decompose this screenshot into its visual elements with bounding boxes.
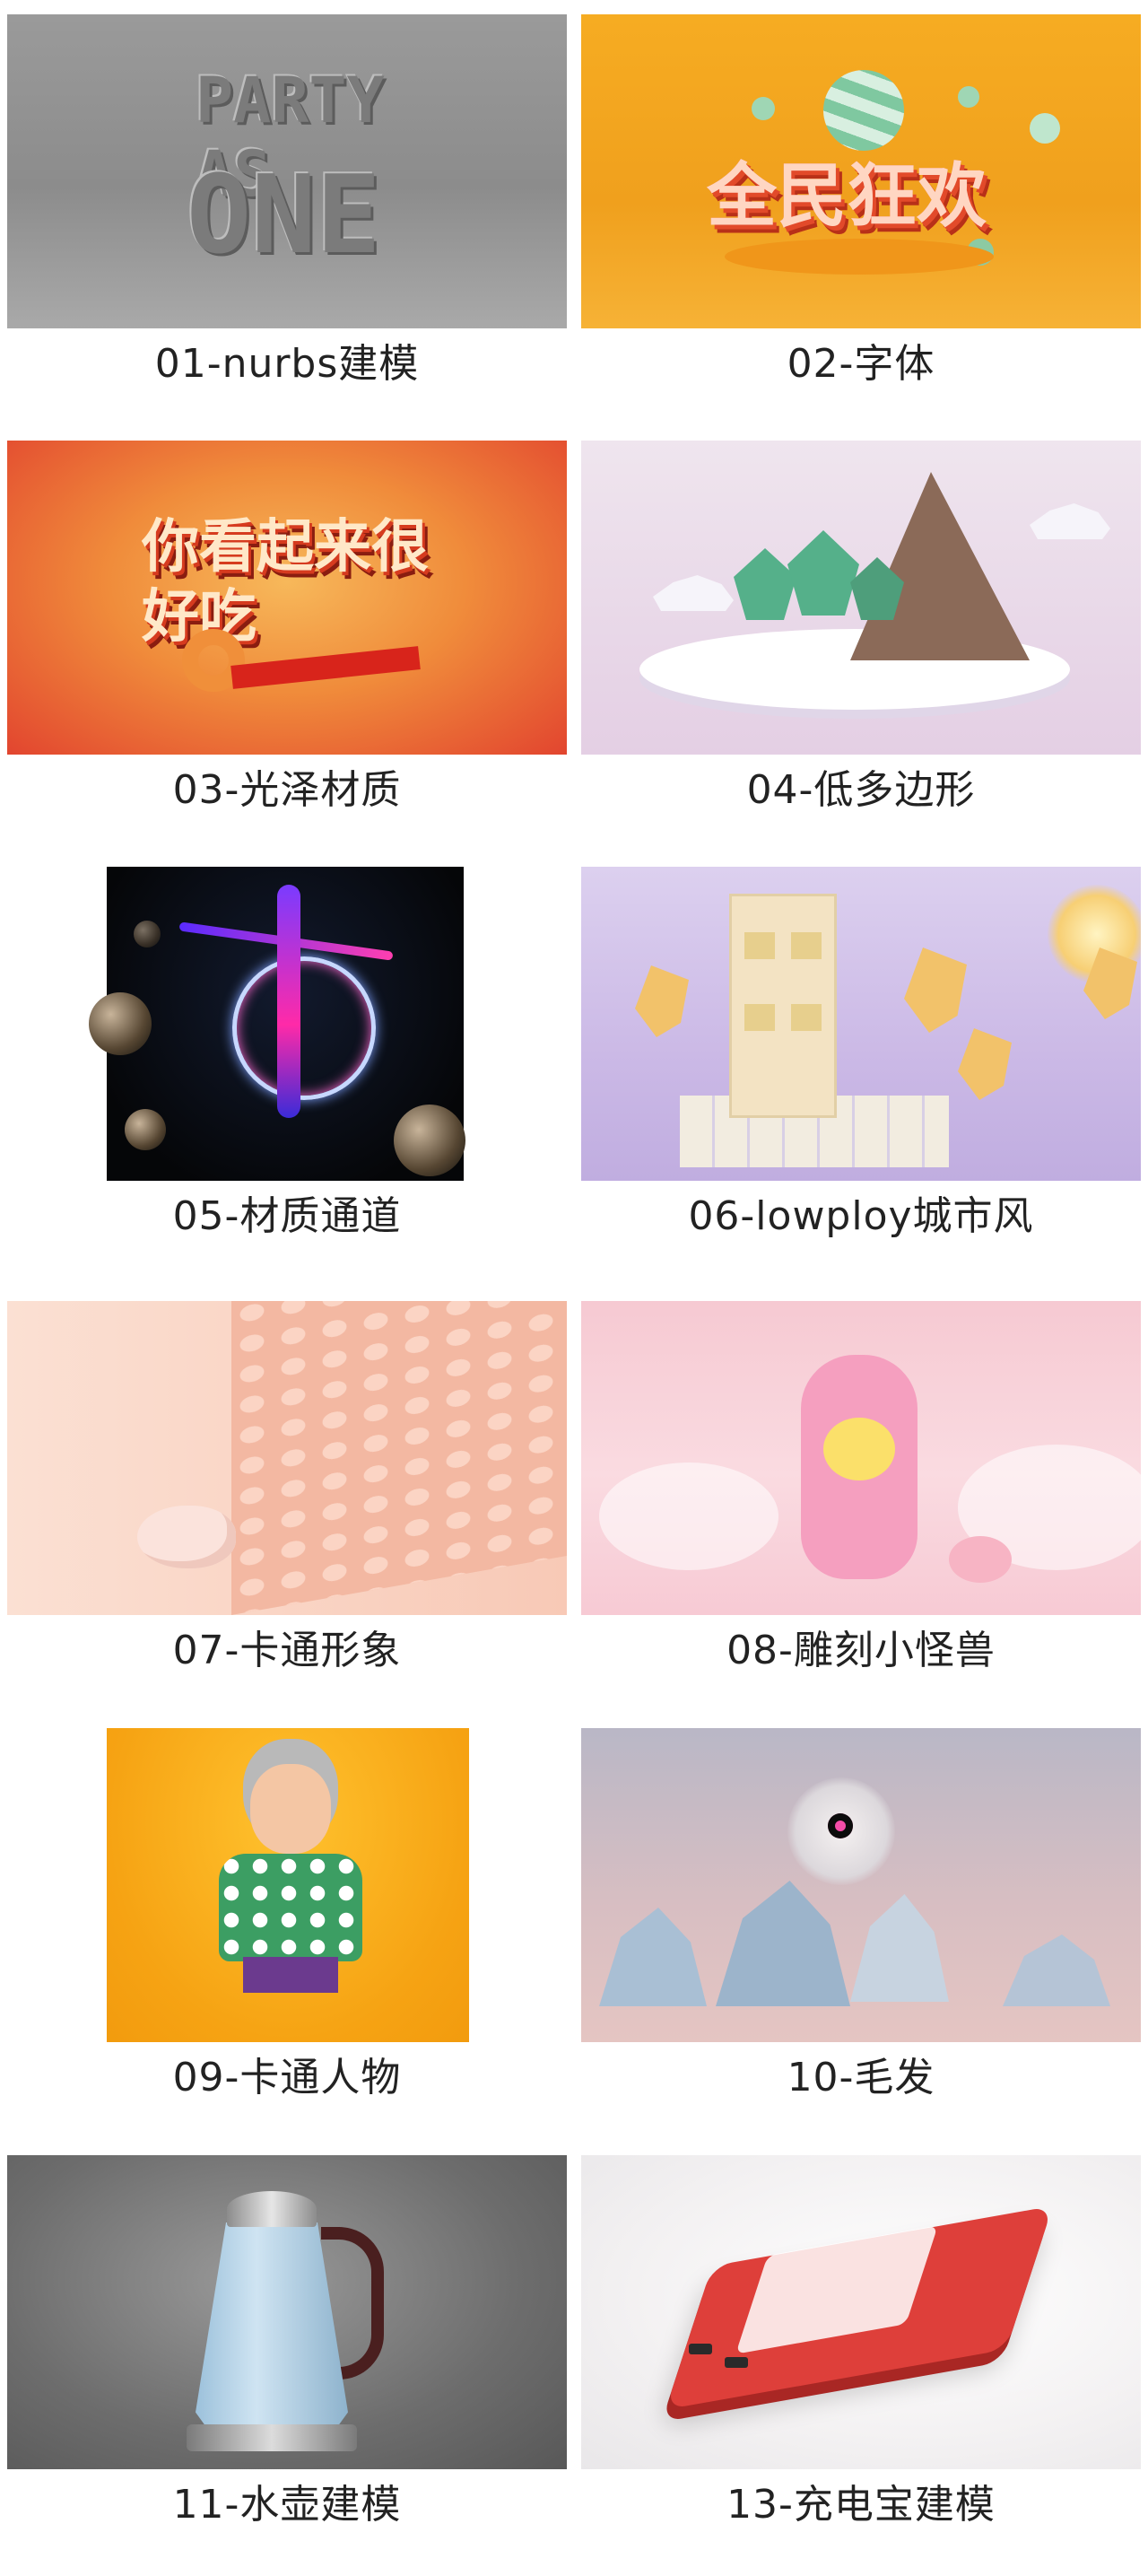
kettle-lid [227,2191,317,2227]
cloud-icon [599,1463,778,1570]
kettle-base [187,2424,357,2451]
thumbnail-sculpted-monster[interactable] [581,1301,1141,1615]
neon-figure [277,885,300,1118]
planet-icon [125,1109,166,1150]
party-as-one-logo: PARTY AS ONE [187,64,385,278]
orange-backdrop [107,1728,469,2042]
thumbnail-cartoon-pigs[interactable] [7,1301,567,1615]
thumbnail-3d-typography[interactable]: 全民狂欢 [581,14,1141,328]
tree-icon [958,1028,1012,1100]
thumbnail-low-poly-island[interactable] [581,441,1141,755]
card-caption: 08-雕刻小怪兽 [726,1628,996,1673]
thumbnail-kettle-model[interactable] [7,2155,567,2469]
rock-shape [716,1881,850,2006]
thumbnail-glossy-material[interactable]: 你看起来很好吃 [7,441,567,755]
pig-character [949,1536,1012,1583]
building-shape [729,894,837,1118]
gallery-grid: PARTY AS ONE 01-nurbs建模 全民狂欢 02-字体 你看起来很… [0,0,1148,2576]
glossy-typography-artwork: 你看起来很好吃 [142,514,429,651]
pig-character [137,1506,236,1568]
planet-icon [394,1105,465,1176]
window-icon [791,1004,822,1031]
card-caption: 13-充电宝建模 [726,2482,996,2528]
tree-icon [904,947,967,1033]
window-icon [744,932,775,959]
cloud-icon [1030,503,1110,539]
monster-face [823,1418,895,1480]
small-ball-decoration [752,97,775,120]
tree-icon [734,548,796,620]
character-shirt [219,1854,362,1961]
usb-port-icon [725,2357,748,2368]
tree-icon [787,530,859,616]
character-head [250,1764,331,1854]
card-caption: 01-nurbs建模 [154,341,420,387]
card-caption: 10-毛发 [787,2055,935,2100]
thumbnail-lowpoly-city[interactable] [581,867,1141,1181]
card-caption: 07-卡通形象 [172,1628,402,1673]
thumbnail-power-bank-model[interactable] [581,2155,1141,2469]
cloud-icon [653,575,734,611]
character-shorts [243,1957,338,1993]
dark-space-scene [89,867,465,1181]
thumbnail-nurbs-logo[interactable]: PARTY AS ONE [7,14,567,328]
rock-shape [1003,1934,1110,2006]
window-icon [791,932,822,959]
card-caption: 11-水壶建模 [172,2482,402,2528]
small-ball-decoration [1030,113,1060,144]
card-caption: 03-光泽材质 [172,767,402,813]
card-caption: 09-卡通人物 [172,2055,402,2100]
bubble-icon [134,921,161,947]
card-caption: 05-材质通道 [172,1193,402,1239]
pedestal-shape [725,239,994,275]
thumbnail-material-channel[interactable] [7,867,567,1181]
thumbnail-cartoon-character[interactable] [7,1728,567,2042]
ribbon-banner [230,646,421,689]
rock-shape [850,1894,949,2002]
window-icon [744,1004,775,1031]
creature-eye [828,1813,853,1838]
pig-wall [231,1301,567,1615]
tree-icon [635,965,689,1037]
rock-shape [599,1908,707,2006]
typography-artwork: 全民狂欢 [707,156,987,237]
card-caption: 04-低多边形 [746,767,976,813]
striped-ball-decoration [823,70,904,151]
card-caption: 06-lowploy城市风 [688,1193,1034,1239]
usb-port-icon [689,2344,712,2354]
neon-ring [232,956,376,1100]
thumbnail-fur-creature[interactable] [581,1728,1141,2042]
small-ball-decoration [958,86,979,108]
planet-icon [89,992,152,1055]
card-caption: 02-字体 [787,341,935,387]
